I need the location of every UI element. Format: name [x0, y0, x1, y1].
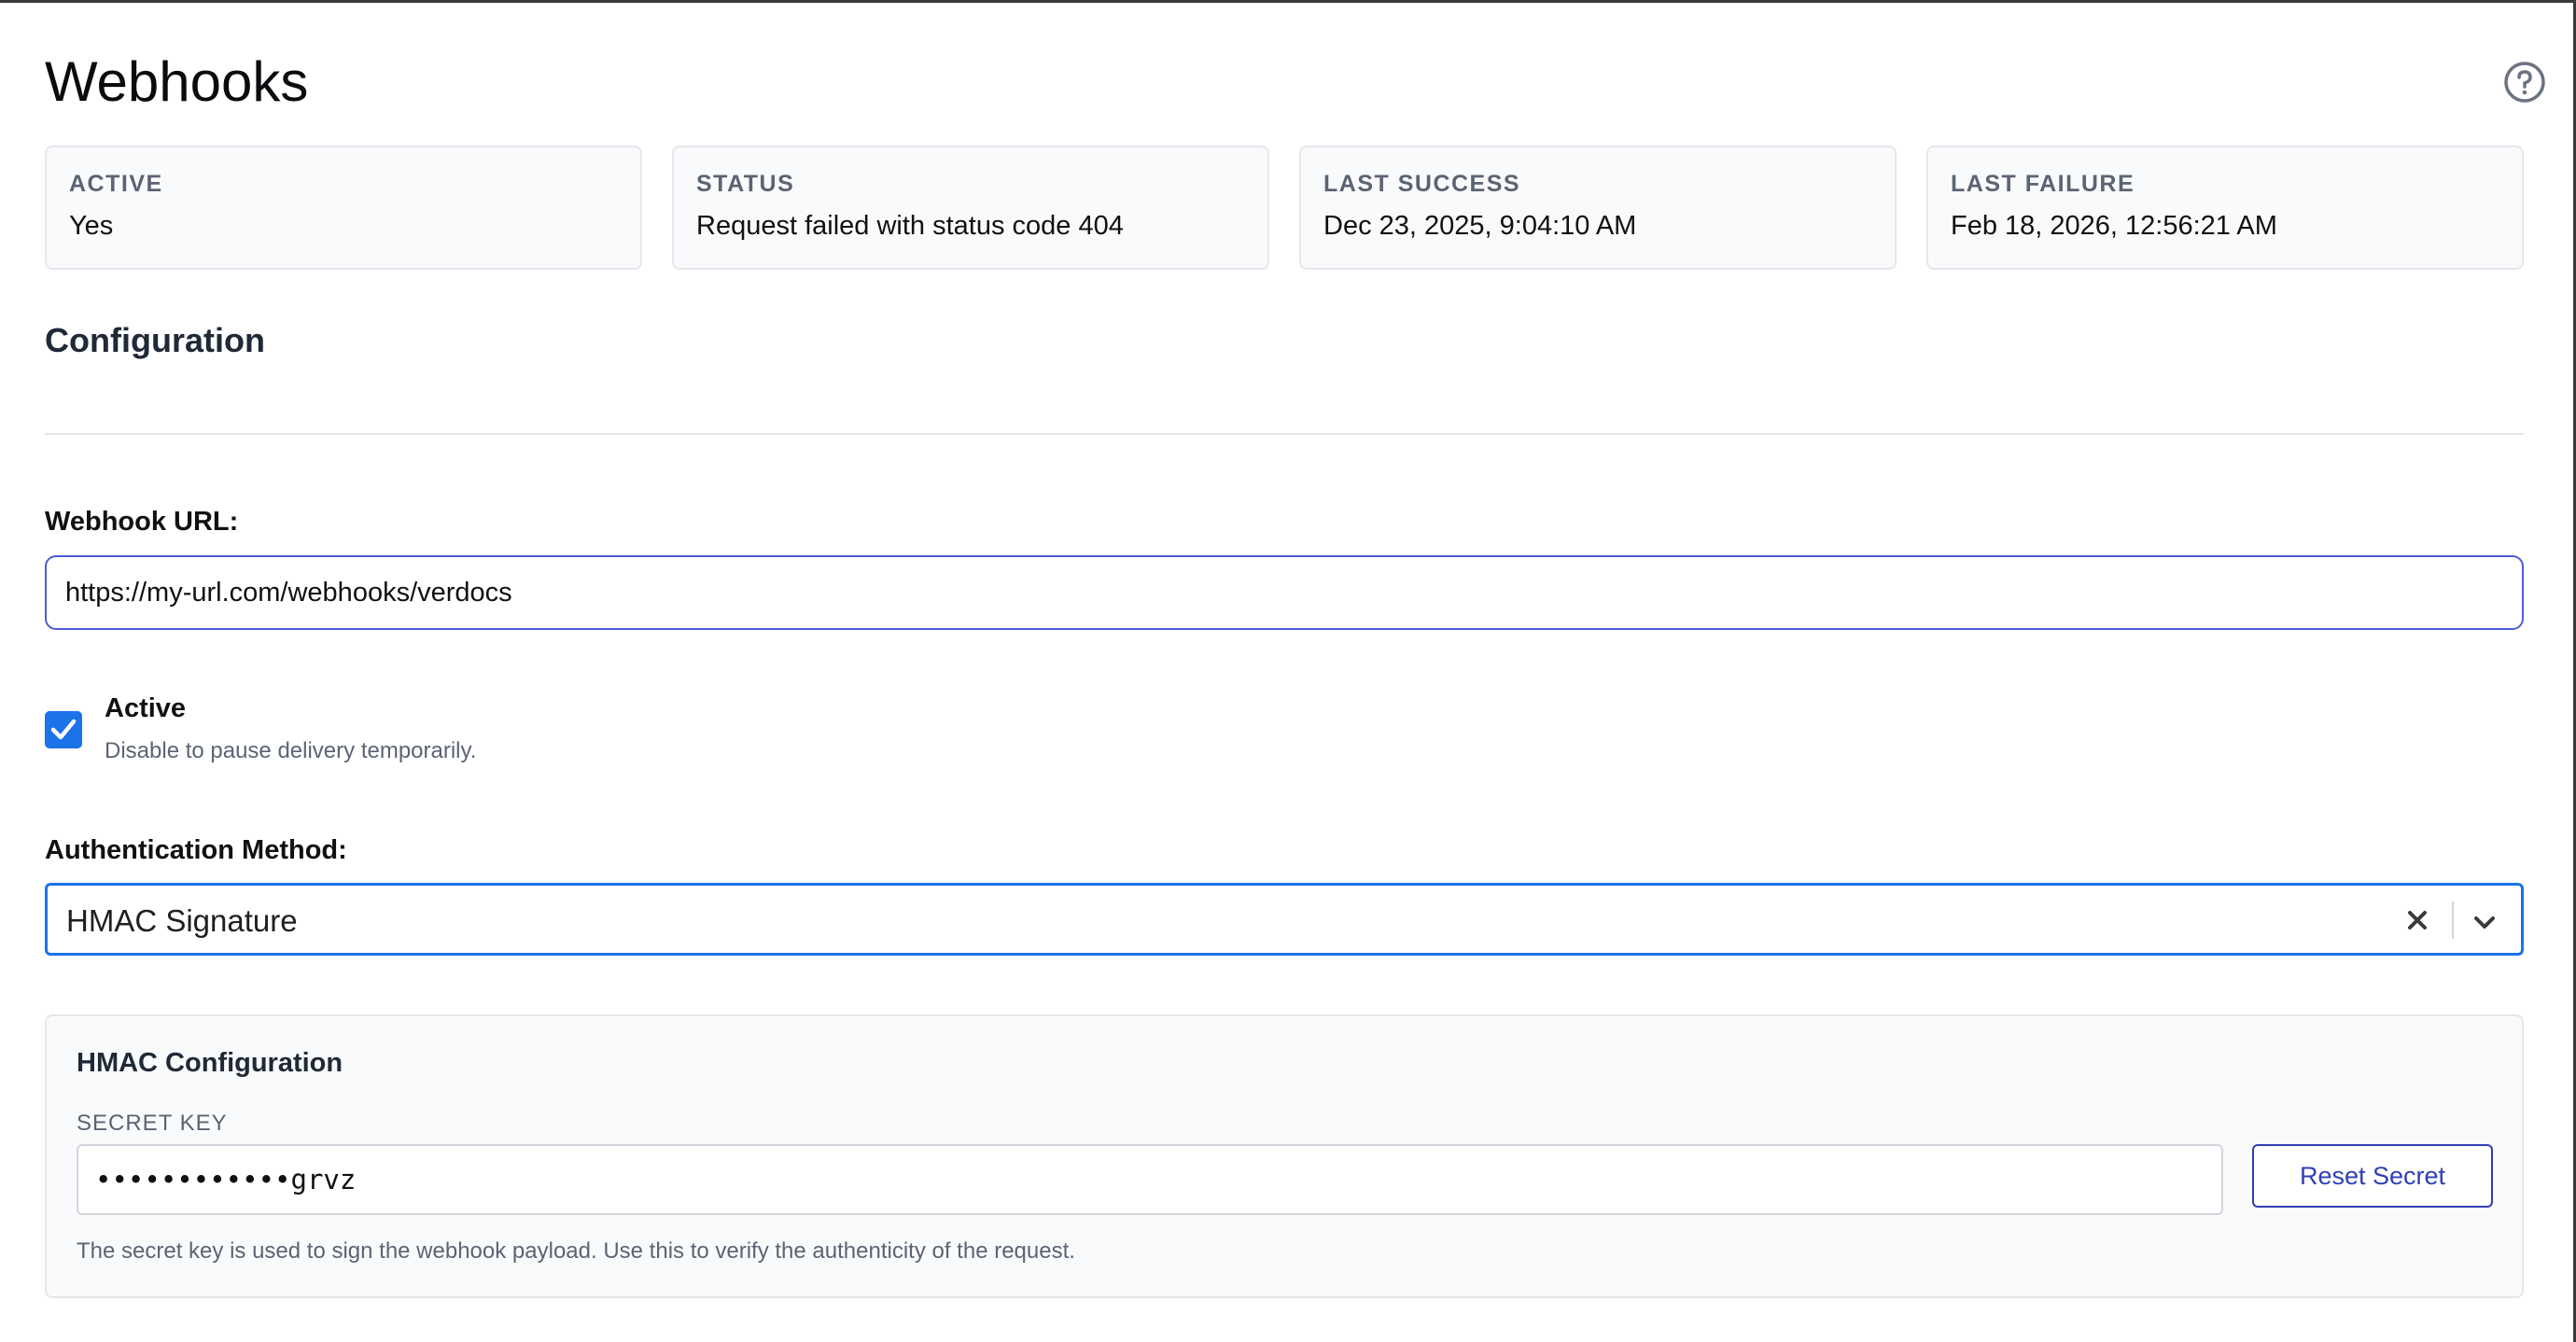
stat-card-status: STATUS Request failed with status code 4…: [672, 146, 1269, 270]
auth-method-label: Authentication Method:: [45, 835, 347, 865]
stat-value: Request failed with status code 404: [696, 211, 1124, 241]
webhook-url-input[interactable]: [45, 555, 2524, 630]
secret-key-label: SECRET KEY: [77, 1111, 228, 1136]
stat-label: LAST SUCCESS: [1323, 171, 1521, 197]
page-header: Webhooks: [45, 49, 2545, 115]
hmac-title: HMAC Configuration: [77, 1048, 343, 1078]
chevron-down-icon[interactable]: [2471, 908, 2499, 936]
stat-card-last-failure: LAST FAILURE Feb 18, 2026, 12:56:21 AM: [1926, 146, 2524, 270]
status-cards: ACTIVE Yes STATUS Request failed with st…: [45, 146, 2524, 270]
check-icon: [50, 719, 77, 740]
active-help-text: Disable to pause delivery temporarily.: [105, 738, 477, 763]
stat-value: Feb 18, 2026, 12:56:21 AM: [1951, 211, 2277, 241]
section-divider: [45, 433, 2524, 435]
stat-label: LAST FAILURE: [1951, 171, 2135, 197]
active-checkbox[interactable]: [45, 711, 82, 748]
stat-value: Yes: [69, 211, 114, 241]
secret-key-help-text: The secret key is used to sign the webho…: [77, 1238, 1075, 1264]
hmac-configuration-panel: HMAC Configuration SECRET KEY Reset Secr…: [45, 1014, 2524, 1298]
page-title: Webhooks: [45, 50, 309, 113]
stat-label: ACTIVE: [69, 171, 163, 197]
stat-label: STATUS: [696, 171, 795, 197]
stat-card-active: ACTIVE Yes: [45, 146, 642, 270]
stat-card-last-success: LAST SUCCESS Dec 23, 2025, 9:04:10 AM: [1299, 146, 1897, 270]
auth-method-select[interactable]: HMAC Signature: [45, 883, 2524, 956]
reset-secret-button[interactable]: Reset Secret: [2252, 1144, 2493, 1208]
webhook-url-label: Webhook URL:: [45, 507, 239, 537]
auth-method-value: HMAC Signature: [66, 903, 298, 938]
help-circle-icon[interactable]: [2503, 61, 2546, 104]
active-label: Active: [105, 693, 187, 723]
select-separator: [2452, 902, 2454, 939]
secret-key-input[interactable]: [77, 1144, 2223, 1215]
close-icon[interactable]: [2403, 906, 2431, 934]
window-frame: Webhooks ACTIVE Yes STATUS Request faile…: [0, 0, 2576, 1342]
configuration-title: Configuration: [45, 321, 265, 359]
stat-value: Dec 23, 2025, 9:04:10 AM: [1323, 211, 1637, 241]
